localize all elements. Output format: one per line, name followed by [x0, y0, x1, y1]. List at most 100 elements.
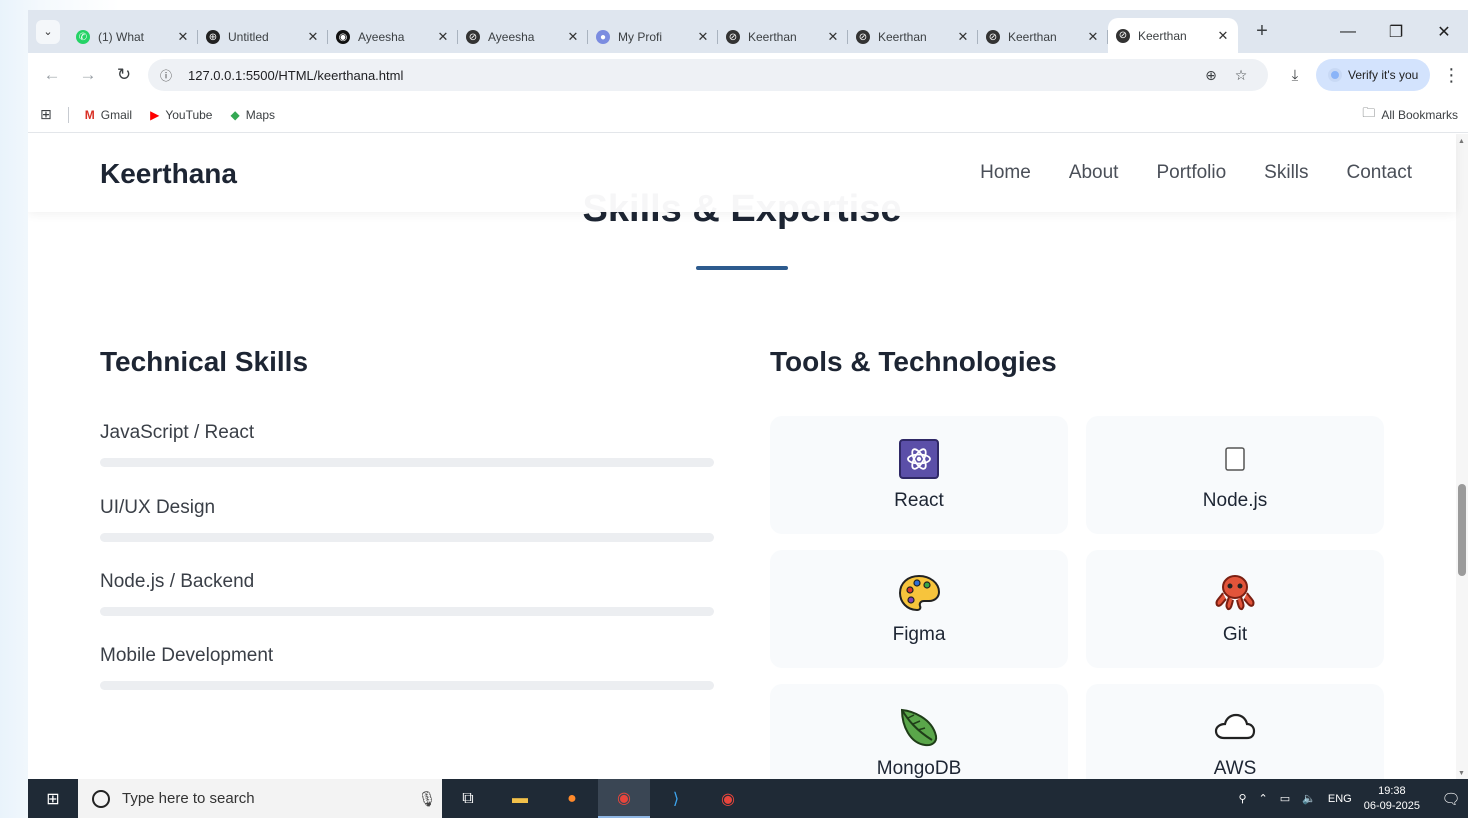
scroll-up-icon[interactable]: ▲ — [1458, 138, 1465, 145]
tab-title: (1) What — [98, 30, 145, 44]
new-tab-button[interactable]: + — [1252, 20, 1272, 43]
windows-start-icon[interactable]: ⊞ — [28, 789, 78, 809]
task-view-icon[interactable]: ⧉ — [442, 779, 494, 818]
skill-progress-bar — [100, 681, 714, 690]
bookmark-youtube-icon: ▶ — [150, 107, 160, 122]
all-bookmarks-button[interactable]: 🗀 All Bookmarks — [1362, 104, 1458, 126]
apps-grid-icon[interactable]: ⊞ — [40, 106, 52, 123]
site-nav: Home About Portfolio Skills Contact — [980, 162, 1412, 184]
site-brand[interactable]: Keerthana — [100, 158, 237, 190]
tool-name: AWS — [1213, 758, 1257, 779]
system-tray: ⚲ ⌃ ▭ 🔈 ENG 19:38 06-09-2025 🗨 — [1238, 779, 1468, 818]
firefox-icon[interactable]: ● — [546, 779, 598, 818]
close-window-button[interactable]: ✕ — [1420, 10, 1468, 53]
clock[interactable]: 19:38 06-09-2025 — [1364, 784, 1420, 814]
tab-title: Keerthan — [878, 30, 927, 44]
minimize-button[interactable]: — — [1324, 10, 1372, 53]
clock-date: 06-09-2025 — [1363, 799, 1420, 812]
file-explorer-icon[interactable]: ▬ — [494, 779, 546, 818]
skill-item: UI/UX Design — [100, 497, 714, 542]
tab-title: Untitled — [228, 30, 269, 44]
skill-name: Node.js / Backend — [100, 571, 255, 592]
tool-name: Figma — [892, 624, 946, 645]
nav-link-about[interactable]: About — [1069, 162, 1119, 184]
notification-icon[interactable]: 🗨 — [1434, 790, 1468, 808]
bookmark-label: Gmail — [100, 107, 133, 122]
bookmark-maps[interactable]: ◆ Maps — [230, 108, 275, 122]
chrome-profile-icon[interactable]: ◉ — [702, 779, 754, 818]
tool-card-aws: AWS — [1086, 684, 1384, 779]
menu-kebab-icon[interactable]: ⋮ — [1436, 65, 1466, 86]
tab-close-icon[interactable]: ✕ — [306, 29, 320, 45]
clock-time: 19:38 — [1378, 784, 1406, 797]
people-icon[interactable]: ⚲ — [1238, 792, 1246, 805]
bookmark-star-icon[interactable]: ☆ — [1226, 67, 1256, 84]
bookmark-maps-icon: ◆ — [230, 107, 240, 122]
tool-card-node-js: Node.js — [1086, 416, 1384, 534]
tab-close-icon[interactable]: ✕ — [1086, 29, 1100, 45]
browser-tab[interactable]: ⊘ Keerthan ✕ — [1108, 18, 1238, 53]
language-indicator[interactable]: ENG — [1328, 793, 1352, 805]
back-button[interactable]: ← — [34, 65, 70, 85]
scroll-thumb[interactable] — [1458, 484, 1466, 576]
url-text[interactable]: 127.0.0.1:5500/HTML/keerthana.html — [188, 68, 1196, 83]
browser-tab[interactable]: ⊘ Keerthan ✕ — [978, 21, 1108, 53]
download-icon[interactable]: ⤓ — [1278, 67, 1312, 84]
browser-tab[interactable]: ◉ Ayeesha ✕ — [328, 21, 458, 53]
skill-name: UI/UX Design — [100, 497, 216, 518]
tool-name: React — [894, 490, 944, 511]
chrome-icon[interactable]: ◉ — [598, 779, 650, 818]
site-info-icon[interactable]: ⓘ — [160, 67, 178, 84]
microphone-icon[interactable]: 🎙 — [412, 790, 442, 808]
bookmarks-divider — [67, 106, 69, 123]
bookmarks-bar: ⊞ M Gmail ▶ YouTube ◆ Maps 🗀 All Bookmarks — [28, 97, 1468, 133]
skill-item: Mobile Development — [100, 645, 714, 690]
page-viewport: Keerthana Home About Portfolio Skills Contac… — [28, 134, 1468, 779]
tools-heading: Tools & Technologies — [770, 346, 1057, 377]
reload-button[interactable]: ↻ — [106, 65, 142, 85]
nav-link-contact[interactable]: Contact — [1347, 162, 1412, 184]
browser-tab[interactable]: ✆ (1) What ✕ — [68, 21, 198, 53]
browser-tab[interactable]: ⊕ Untitled ✕ — [198, 21, 328, 53]
bookmark-gmail[interactable]: M Gmail — [85, 108, 132, 122]
zoom-icon[interactable]: ⊕ — [1196, 67, 1226, 84]
windows-taskbar: ⊞ Type here to search 🎙 ⧉ ▬ ● ◉ ⟩ ◉ ⚲ ⌃ … — [28, 779, 1468, 818]
tab-search-chevron-icon[interactable]: ⌄ — [36, 19, 60, 44]
tab-close-icon[interactable]: ✕ — [566, 29, 580, 45]
restore-button[interactable]: ❐ — [1372, 10, 1420, 53]
tab-close-icon[interactable]: ✕ — [696, 29, 710, 45]
tool-card-react: React — [770, 416, 1068, 534]
taskbar-search-placeholder: Type here to search — [122, 790, 255, 807]
tab-close-icon[interactable]: ✕ — [826, 29, 840, 45]
tray-chevron-icon[interactable]: ⌃ — [1259, 792, 1268, 805]
bookmark-youtube[interactable]: ▶ YouTube — [150, 108, 212, 122]
tab-favicon-icon: ⊘ — [466, 30, 480, 44]
tab-close-icon[interactable]: ✕ — [1216, 28, 1230, 44]
nav-link-portfolio[interactable]: Portfolio — [1156, 162, 1226, 184]
tab-close-icon[interactable]: ✕ — [176, 29, 190, 45]
tab-close-icon[interactable]: ✕ — [436, 29, 450, 45]
volume-icon[interactable]: 🔈 — [1302, 792, 1316, 805]
tool-card-mongodb: MongoDB — [770, 684, 1068, 779]
scroll-down-icon[interactable]: ▼ — [1458, 770, 1465, 777]
forward-button[interactable]: → — [70, 65, 106, 85]
tab-strip: ⌄ ✆ (1) What ✕ ⊕ Untitled ✕ ◉ Ayeesha ✕ ⊘ Ayeesha ✕… — [28, 10, 1468, 53]
browser-tab[interactable]: ⊘ Keerthan ✕ — [848, 21, 978, 53]
tab-close-icon[interactable]: ✕ — [956, 29, 970, 45]
browser-tab[interactable]: ⊘ Keerthan ✕ — [718, 21, 848, 53]
tab-title: Ayeesha — [488, 30, 535, 44]
address-bar[interactable]: ⓘ 127.0.0.1:5500/HTML/keerthana.html ⊕ ☆ — [148, 59, 1268, 91]
nav-link-home[interactable]: Home — [980, 162, 1031, 184]
nav-link-skills[interactable]: Skills — [1264, 162, 1308, 184]
tab-favicon-icon: ⊘ — [726, 30, 740, 44]
taskbar-search-box[interactable]: Type here to search 🎙 — [78, 779, 442, 818]
battery-icon[interactable]: ▭ — [1280, 792, 1290, 805]
page-scrollbar[interactable]: ▲ ▼ — [1456, 134, 1468, 779]
skill-name: Mobile Development — [100, 645, 274, 666]
browser-tab[interactable]: ● My Profi ✕ — [588, 21, 718, 53]
tab-favicon-icon: ● — [596, 30, 610, 44]
browser-tab[interactable]: ⊘ Ayeesha ✕ — [458, 21, 588, 53]
verify-profile-button[interactable]: Verify it's you — [1316, 59, 1431, 91]
skill-item: Node.js / Backend — [100, 571, 714, 616]
vscode-icon[interactable]: ⟩ — [650, 779, 702, 818]
